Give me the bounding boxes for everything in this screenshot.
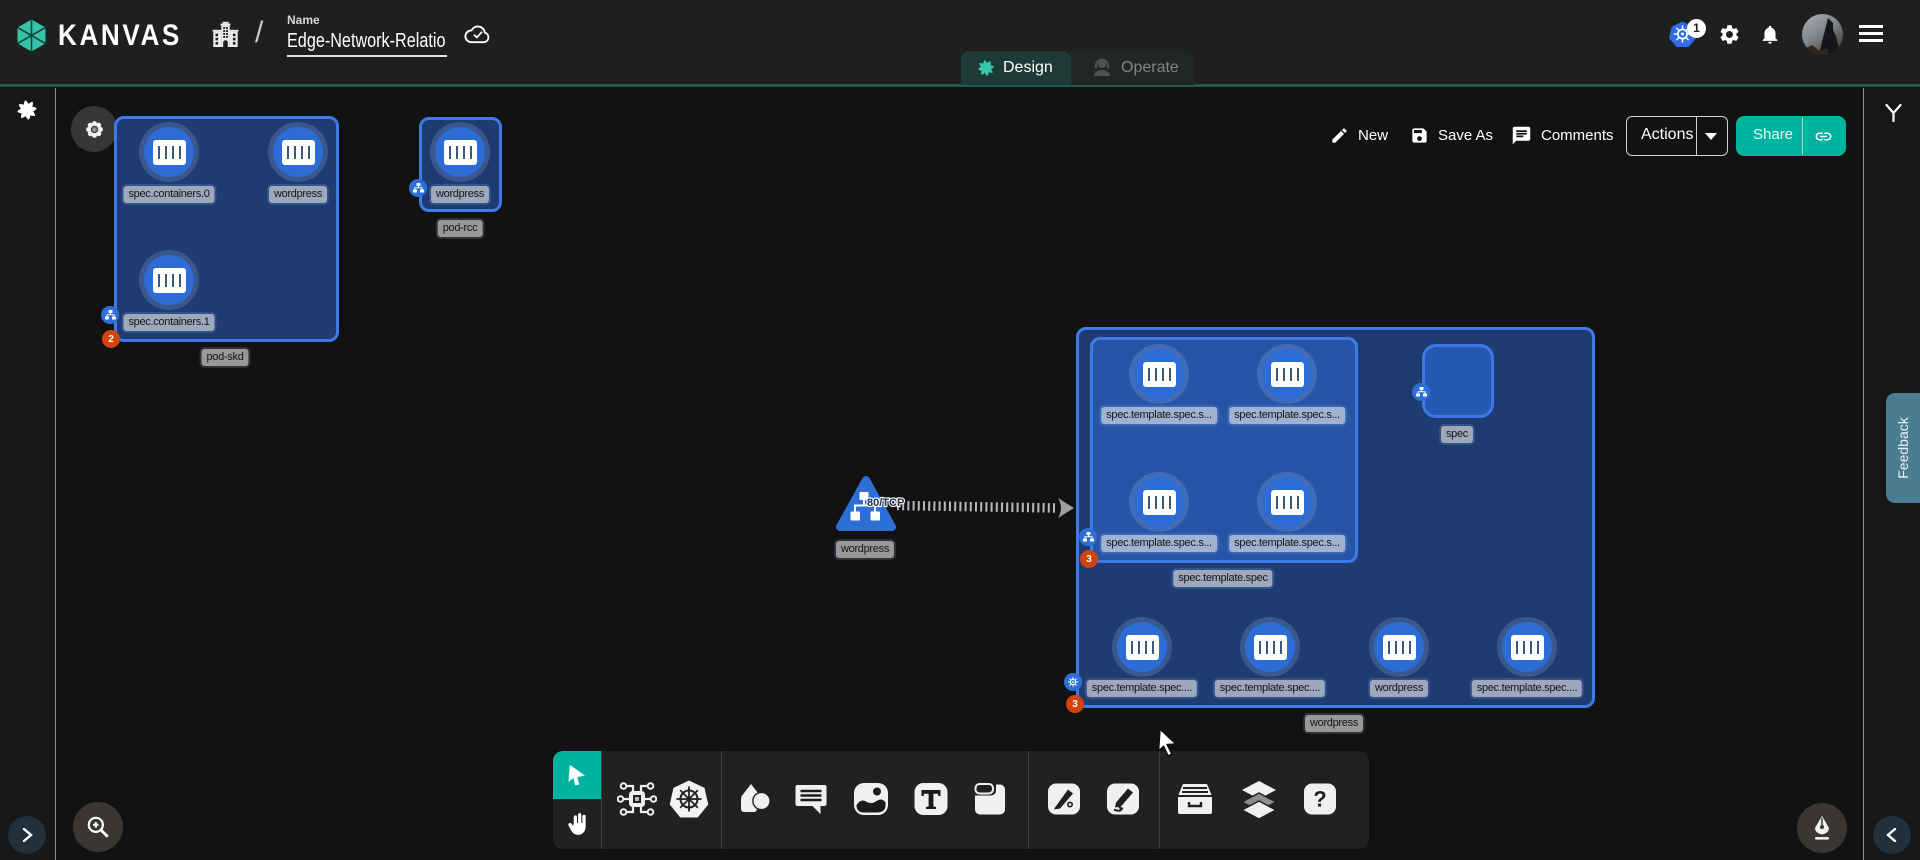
svg-text:80/TCP: 80/TCP (867, 497, 904, 509)
svg-text:?: ? (1313, 787, 1326, 812)
